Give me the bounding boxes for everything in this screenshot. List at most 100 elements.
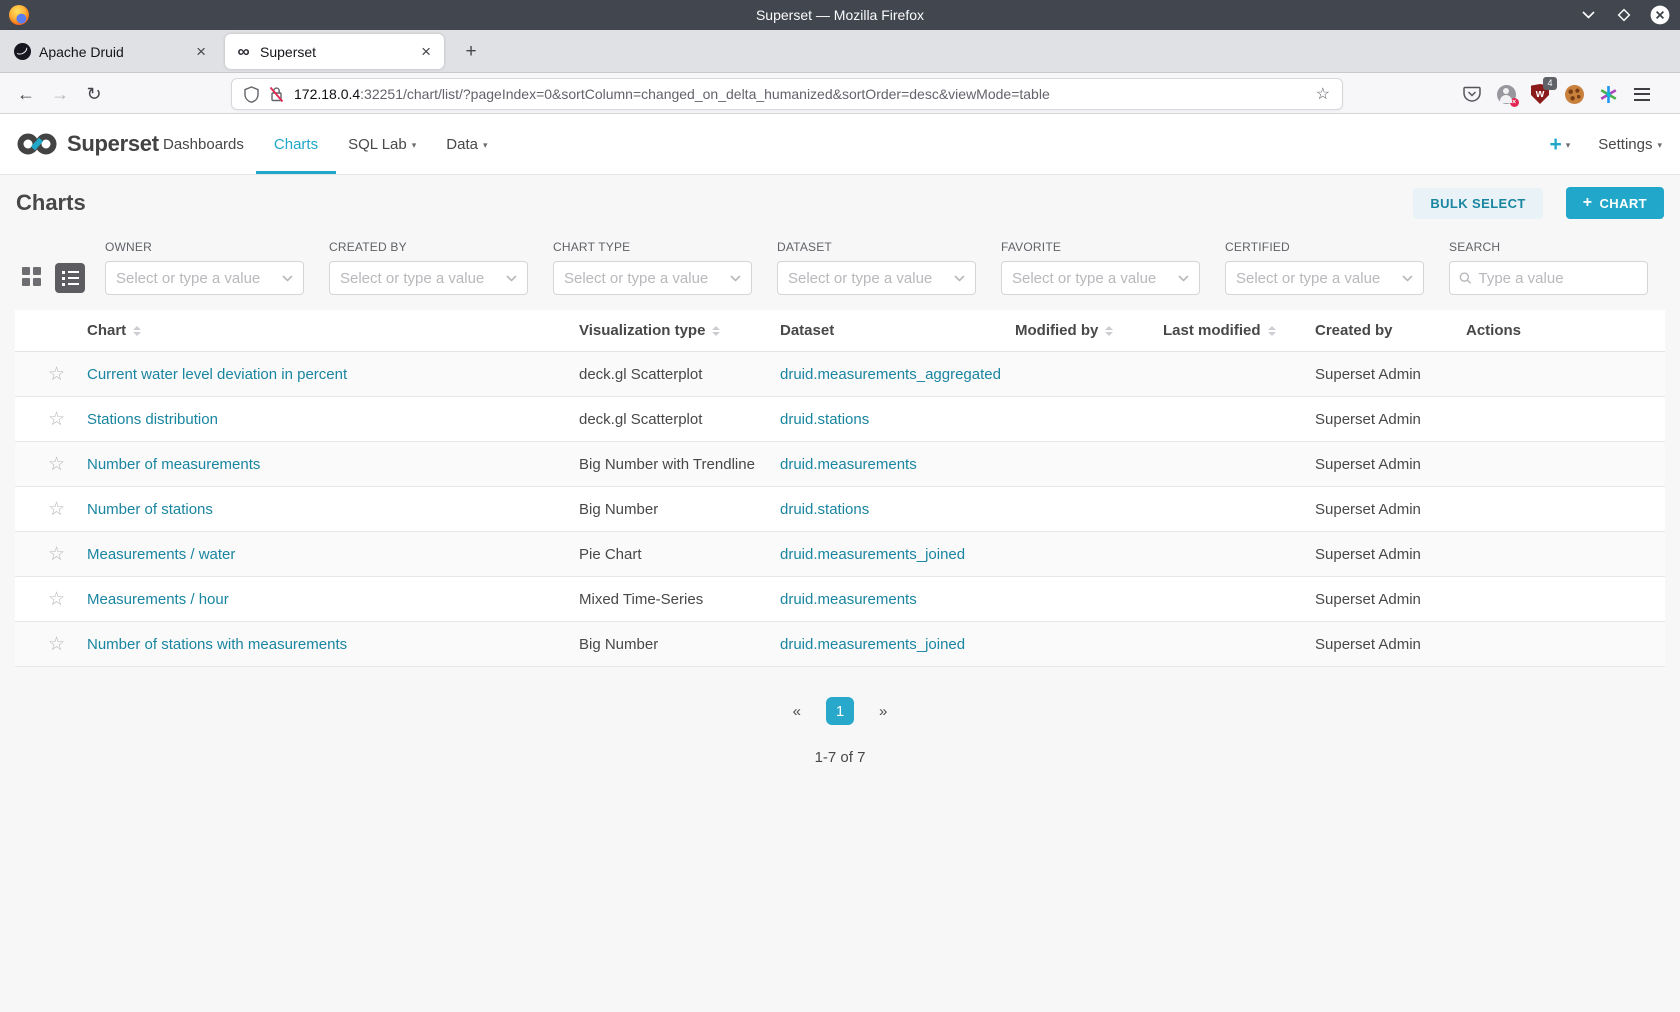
table-view-toggle[interactable] — [55, 263, 85, 293]
dataset-link[interactable]: druid.measurements_aggregated — [780, 366, 1001, 383]
table-row: ☆ Number of stations Big Number druid.st… — [15, 487, 1665, 532]
asterisk-extension-icon[interactable] — [1598, 84, 1618, 104]
header-actions: Actions — [1466, 322, 1522, 339]
window-title: Superset — Mozilla Firefox — [755, 7, 925, 23]
pagination: « 1 » — [0, 697, 1680, 725]
insecure-lock-icon[interactable] — [269, 86, 284, 103]
tab-label: Apache Druid — [39, 43, 124, 60]
table-row: ☆ Measurements / hour Mixed Time-Series … — [15, 577, 1665, 622]
chevron-down-icon: ▾ — [1565, 139, 1571, 150]
favorite-star-icon[interactable]: ☆ — [48, 500, 65, 519]
sort-icon[interactable] — [133, 325, 142, 336]
chart-type-filter-select[interactable]: Select or type a value — [553, 261, 752, 295]
header-last-modified[interactable]: Last modified — [1163, 322, 1315, 339]
settings-menu[interactable]: Settings ▾ — [1598, 136, 1662, 153]
favorite-star-icon[interactable]: ☆ — [48, 410, 65, 429]
tab-close-icon[interactable]: × — [418, 42, 434, 61]
created-by-cell: Superset Admin — [1315, 635, 1421, 653]
chart-link[interactable]: Number of measurements — [87, 456, 260, 473]
back-button[interactable]: ← — [12, 74, 40, 114]
created-by-filter-select[interactable]: Select or type a value — [329, 261, 528, 295]
chart-link[interactable]: Measurements / hour — [87, 591, 229, 608]
url-path: :32251/chart/list/?pageIndex=0&sortColum… — [360, 86, 1050, 102]
header-chart[interactable]: Chart — [87, 322, 579, 339]
filter-label-search: SEARCH — [1449, 240, 1501, 254]
bulk-select-button[interactable]: BULK SELECT — [1413, 187, 1543, 219]
add-chart-button[interactable]: + CHART — [1565, 187, 1664, 219]
sort-icon[interactable] — [712, 325, 721, 336]
firefox-window: Superset — Mozilla Firefox Apache Druid … — [0, 0, 1680, 1012]
plus-icon: + — [1549, 132, 1562, 156]
nav-item-charts[interactable]: Charts — [255, 114, 337, 174]
certified-filter-select[interactable]: Select or type a value — [1225, 261, 1424, 295]
row-count-summary: 1-7 of 7 — [814, 749, 866, 766]
chart-link[interactable]: Number of stations with measurements — [87, 636, 347, 653]
nav-item-sql-lab[interactable]: SQL Lab ▾ — [348, 114, 416, 174]
chart-link[interactable]: Number of stations — [87, 501, 213, 518]
pagination-next[interactable]: » — [879, 703, 887, 720]
table-header-row: Chart Visualization type Dataset Modifie… — [15, 310, 1665, 352]
cookie-extension-icon[interactable] — [1564, 84, 1584, 104]
new-tab-button[interactable]: + — [458, 39, 484, 65]
menu-hamburger-icon[interactable] — [1632, 84, 1652, 104]
chart-link[interactable]: Measurements / water — [87, 546, 235, 563]
nav-item-dashboards[interactable]: Dashboards — [163, 114, 244, 174]
created-by-cell: Superset Admin — [1315, 500, 1421, 518]
chart-link[interactable]: Stations distribution — [87, 411, 218, 428]
table-row: ☆ Measurements / water Pie Chart druid.m… — [15, 532, 1665, 577]
dataset-link[interactable]: druid.measurements — [780, 456, 917, 473]
dataset-filter-select[interactable]: Select or type a value — [777, 261, 976, 295]
chevron-down-icon — [506, 274, 517, 282]
header-visualization-type[interactable]: Visualization type — [579, 322, 780, 339]
dataset-link[interactable]: druid.measurements_joined — [780, 546, 965, 563]
pagination-prev[interactable]: « — [793, 703, 801, 720]
url-host: 172.18.0.4 — [294, 86, 361, 102]
favorite-star-icon[interactable]: ☆ — [48, 455, 65, 474]
maximize-button[interactable] — [1614, 5, 1634, 25]
filter-label-certified: CERTIFIED — [1225, 240, 1290, 254]
chart-link[interactable]: Current water level deviation in percent — [87, 366, 347, 383]
header-modified-by[interactable]: Modified by — [1015, 322, 1163, 339]
tracking-shield-icon[interactable] — [244, 85, 259, 103]
druid-favicon — [14, 43, 31, 60]
sort-icon[interactable] — [1105, 325, 1114, 336]
favorite-star-icon[interactable]: ☆ — [48, 590, 65, 609]
favorite-star-icon[interactable]: ☆ — [48, 365, 65, 384]
new-item-menu[interactable]: + ▾ — [1549, 134, 1570, 155]
favorite-filter-select[interactable]: Select or type a value — [1001, 261, 1200, 295]
tab-close-icon[interactable]: × — [193, 42, 209, 61]
account-icon[interactable]: × — [1496, 84, 1519, 107]
filter-bar: OWNER Select or type a value CREATED BY … — [0, 231, 1680, 295]
nav-item-data[interactable]: Data ▾ — [446, 114, 487, 174]
sort-icon[interactable] — [1267, 325, 1276, 336]
favorite-star-icon[interactable]: ☆ — [48, 545, 65, 564]
pagination-page-1[interactable]: 1 — [826, 697, 854, 725]
reload-button[interactable]: ↻ — [80, 74, 108, 114]
dataset-link[interactable]: druid.measurements — [780, 591, 917, 608]
url-text[interactable]: 172.18.0.4:32251/chart/list/?pageIndex=0… — [294, 86, 1050, 102]
tab-superset[interactable]: ∞ Superset × — [225, 34, 444, 69]
filter-label-created-by: CREATED BY — [329, 240, 407, 254]
dataset-link[interactable]: druid.stations — [780, 411, 869, 428]
favorite-star-icon[interactable]: ☆ — [48, 635, 65, 654]
dataset-link[interactable]: druid.measurements_joined — [780, 636, 965, 653]
superset-logo[interactable]: Superset — [16, 114, 159, 174]
extension-shield-icon[interactable]: w4 — [1530, 77, 1557, 104]
tab-apache-druid[interactable]: Apache Druid × — [4, 34, 219, 69]
dataset-link[interactable]: druid.stations — [780, 501, 869, 518]
close-button[interactable] — [1650, 5, 1670, 25]
url-bar[interactable]: 172.18.0.4:32251/chart/list/?pageIndex=0… — [231, 78, 1343, 110]
header-created-by: Created by — [1315, 322, 1393, 339]
card-view-toggle[interactable] — [22, 267, 41, 286]
viz-type-cell: deck.gl Scatterplot — [579, 410, 703, 428]
brand-name: Superset — [67, 131, 159, 156]
forward-button[interactable]: → — [46, 74, 74, 114]
viz-type-cell: Pie Chart — [579, 545, 642, 563]
chevron-down-icon — [730, 274, 741, 282]
bookmark-star-icon[interactable]: ☆ — [1316, 84, 1330, 104]
table-row: ☆ Stations distribution deck.gl Scatterp… — [15, 397, 1665, 442]
search-input[interactable] — [1478, 269, 1638, 287]
pocket-icon[interactable] — [1462, 84, 1482, 104]
owner-filter-select[interactable]: Select or type a value — [105, 261, 304, 295]
minimize-button[interactable] — [1578, 5, 1598, 25]
